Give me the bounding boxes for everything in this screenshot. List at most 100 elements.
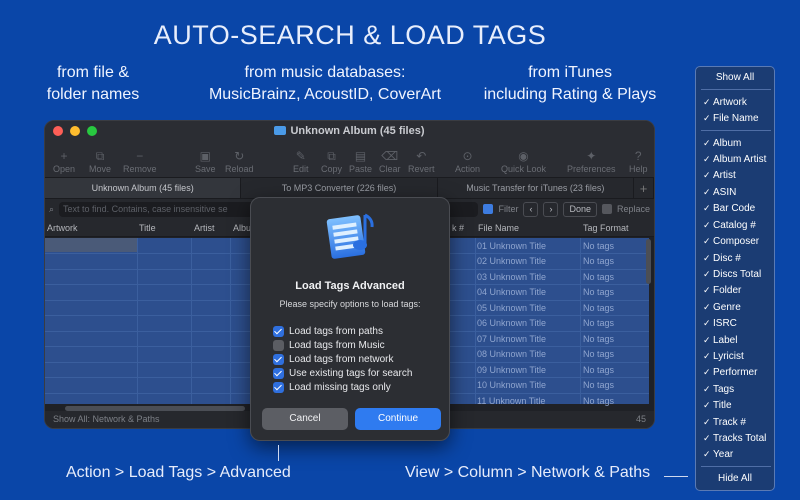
column-divider xyxy=(230,238,231,404)
subtitle-line: from iTunes xyxy=(528,64,612,81)
check-icon: ✓ xyxy=(703,220,711,230)
file-name-cell[interactable]: 05 Unknown Title xyxy=(477,303,546,313)
option-load-from-music[interactable]: Load tags from Music xyxy=(273,338,412,352)
reload-icon: ↻ xyxy=(234,149,245,163)
option-load-from-paths[interactable]: Load tags from paths xyxy=(273,324,412,338)
tag-format-cell[interactable]: No tags xyxy=(583,287,614,297)
app-icon xyxy=(326,213,374,259)
done-button[interactable]: Done xyxy=(563,201,597,217)
check-icon: ✓ xyxy=(703,285,711,295)
toolbar-copy-button[interactable]: ⧉ Copy xyxy=(321,149,342,174)
continue-button[interactable]: Continue xyxy=(355,408,441,430)
help-icon: ? xyxy=(634,149,642,163)
option-use-existing-tags[interactable]: Use existing tags for search xyxy=(273,366,412,380)
toolbar-paste-button[interactable]: ▤ Paste xyxy=(349,149,372,174)
option-load-from-network[interactable]: Load tags from network xyxy=(273,352,412,366)
subtitle-itunes: from iTunes including Rating & Plays xyxy=(470,62,670,106)
checkbox-unchecked[interactable] xyxy=(273,339,284,351)
file-name-cell[interactable]: 09 Unknown Title xyxy=(477,365,546,375)
column-title[interactable]: Title xyxy=(139,223,156,233)
tag-format-cell[interactable]: No tags xyxy=(583,272,614,282)
file-name-cell[interactable]: 07 Unknown Title xyxy=(477,334,546,344)
toolbar-label: Help xyxy=(629,164,648,174)
add-tab-button[interactable]: + xyxy=(634,178,654,198)
toolbar: + Open ⧉ Move − Remove ▣ Save ↻ Reload ✎ Edit … xyxy=(45,141,654,177)
check-icon: ✓ xyxy=(703,187,711,197)
paste-icon: ▤ xyxy=(354,149,367,163)
file-name-cell[interactable]: 02 Unknown Title xyxy=(477,256,546,266)
tab-mp3-converter[interactable]: To MP3 Converter (226 files) xyxy=(241,178,438,198)
toolbar-label: Clear xyxy=(379,164,401,174)
toolbar-open-button[interactable]: + Open xyxy=(53,149,75,174)
menu-hide-all[interactable]: Hide All xyxy=(696,473,774,484)
toolbar-label: Paste xyxy=(349,164,373,174)
column-tag-format[interactable]: Tag Format xyxy=(583,223,629,233)
caption-pointer xyxy=(278,445,279,461)
file-name-cell[interactable]: 06 Unknown Title xyxy=(477,318,546,328)
next-match-button[interactable]: › xyxy=(543,201,559,217)
option-label: Load tags from network xyxy=(289,353,394,365)
previous-match-button[interactable]: ‹ xyxy=(523,201,539,217)
checkbox-checked[interactable] xyxy=(273,381,284,393)
checkbox-checked[interactable] xyxy=(273,325,284,337)
column-artist[interactable]: Artist xyxy=(194,223,215,233)
toolbar-label: Quick Look xyxy=(501,164,547,174)
toolbar-help-button[interactable]: ? Help xyxy=(629,149,648,174)
check-icon: ✓ xyxy=(703,253,711,263)
caption-view-path: View > Column > Network & Paths xyxy=(405,464,651,481)
toolbar-quick-look-button[interactable]: ◉ Quick Look xyxy=(501,149,546,174)
toolbar-clear-button[interactable]: ⌫ Clear xyxy=(379,149,401,174)
checkbox-checked[interactable] xyxy=(273,367,284,379)
tag-format-cell[interactable]: No tags xyxy=(583,334,614,344)
column-file-name[interactable]: File Name xyxy=(478,223,519,233)
toolbar-action-button[interactable]: ⊙ Action xyxy=(455,149,480,174)
minus-icon: − xyxy=(136,149,144,163)
tab-unknown-album[interactable]: Unknown Album (45 files) xyxy=(45,178,242,198)
file-name-cell[interactable]: 11 Unknown Title xyxy=(477,396,545,406)
toolbar-edit-button[interactable]: ✎ Edit xyxy=(293,149,309,174)
vertical-scrollbar[interactable] xyxy=(646,239,651,284)
toolbar-preferences-button[interactable]: ✦ Preferences xyxy=(567,149,616,174)
revert-icon: ↶ xyxy=(416,149,427,163)
tag-format-cell[interactable]: No tags xyxy=(583,349,614,359)
toolbar-reload-button[interactable]: ↻ Reload xyxy=(225,149,254,174)
tag-format-cell[interactable]: No tags xyxy=(583,241,614,251)
file-name-cell[interactable]: 04 Unknown Title xyxy=(477,287,546,297)
file-name-cell[interactable]: 03 Unknown Title xyxy=(477,272,546,282)
tag-format-cell[interactable]: No tags xyxy=(583,365,614,375)
file-name-cell[interactable]: 10 Unknown Title xyxy=(477,380,546,390)
wrench-icon: ✦ xyxy=(586,149,597,163)
column-album[interactable]: Albu xyxy=(233,223,251,233)
file-name-cell[interactable]: 01 Unknown Title xyxy=(477,241,546,251)
replace-checkbox[interactable] xyxy=(601,204,612,214)
cancel-button[interactable]: Cancel xyxy=(262,408,348,430)
file-name-cell[interactable]: 08 Unknown Title xyxy=(477,349,546,359)
option-label: Load tags from paths xyxy=(289,325,383,337)
toolbar-move-button[interactable]: ⧉ Move xyxy=(89,149,111,174)
toolbar-label: Reload xyxy=(225,164,254,174)
tab-music-transfer[interactable]: Music Transfer for iTunes (23 files) xyxy=(438,178,634,198)
option-load-missing-only[interactable]: Load missing tags only xyxy=(273,380,412,394)
save-icon: ▣ xyxy=(199,149,211,163)
column-artwork[interactable]: Artwork xyxy=(47,223,78,233)
tag-format-cell[interactable]: No tags xyxy=(583,318,614,328)
toolbar-label: Open xyxy=(53,164,76,174)
check-icon: ✓ xyxy=(703,384,711,394)
toolbar-remove-button[interactable]: − Remove xyxy=(123,149,157,174)
check-icon: ✓ xyxy=(703,433,711,443)
window-title-text: Unknown Album (45 files) xyxy=(290,125,425,137)
load-tags-dialog: Load Tags Advanced Please specify option… xyxy=(250,197,450,441)
tag-format-cell[interactable]: No tags xyxy=(583,303,614,313)
toolbar-revert-button[interactable]: ↶ Revert xyxy=(408,149,435,174)
tag-format-cell[interactable]: No tags xyxy=(583,396,614,406)
subtitle-line: including Rating & Plays xyxy=(483,86,657,103)
column-track[interactable]: k # xyxy=(452,223,464,233)
filter-checkbox[interactable] xyxy=(483,204,494,214)
menu-show-all[interactable]: Show All xyxy=(696,72,774,83)
filter-label: Filter xyxy=(498,204,519,214)
tag-format-cell[interactable]: No tags xyxy=(583,380,614,390)
tag-format-cell[interactable]: No tags xyxy=(583,256,614,266)
check-icon: ✓ xyxy=(703,170,711,180)
toolbar-save-button[interactable]: ▣ Save xyxy=(195,149,216,174)
checkbox-checked[interactable] xyxy=(273,353,284,365)
